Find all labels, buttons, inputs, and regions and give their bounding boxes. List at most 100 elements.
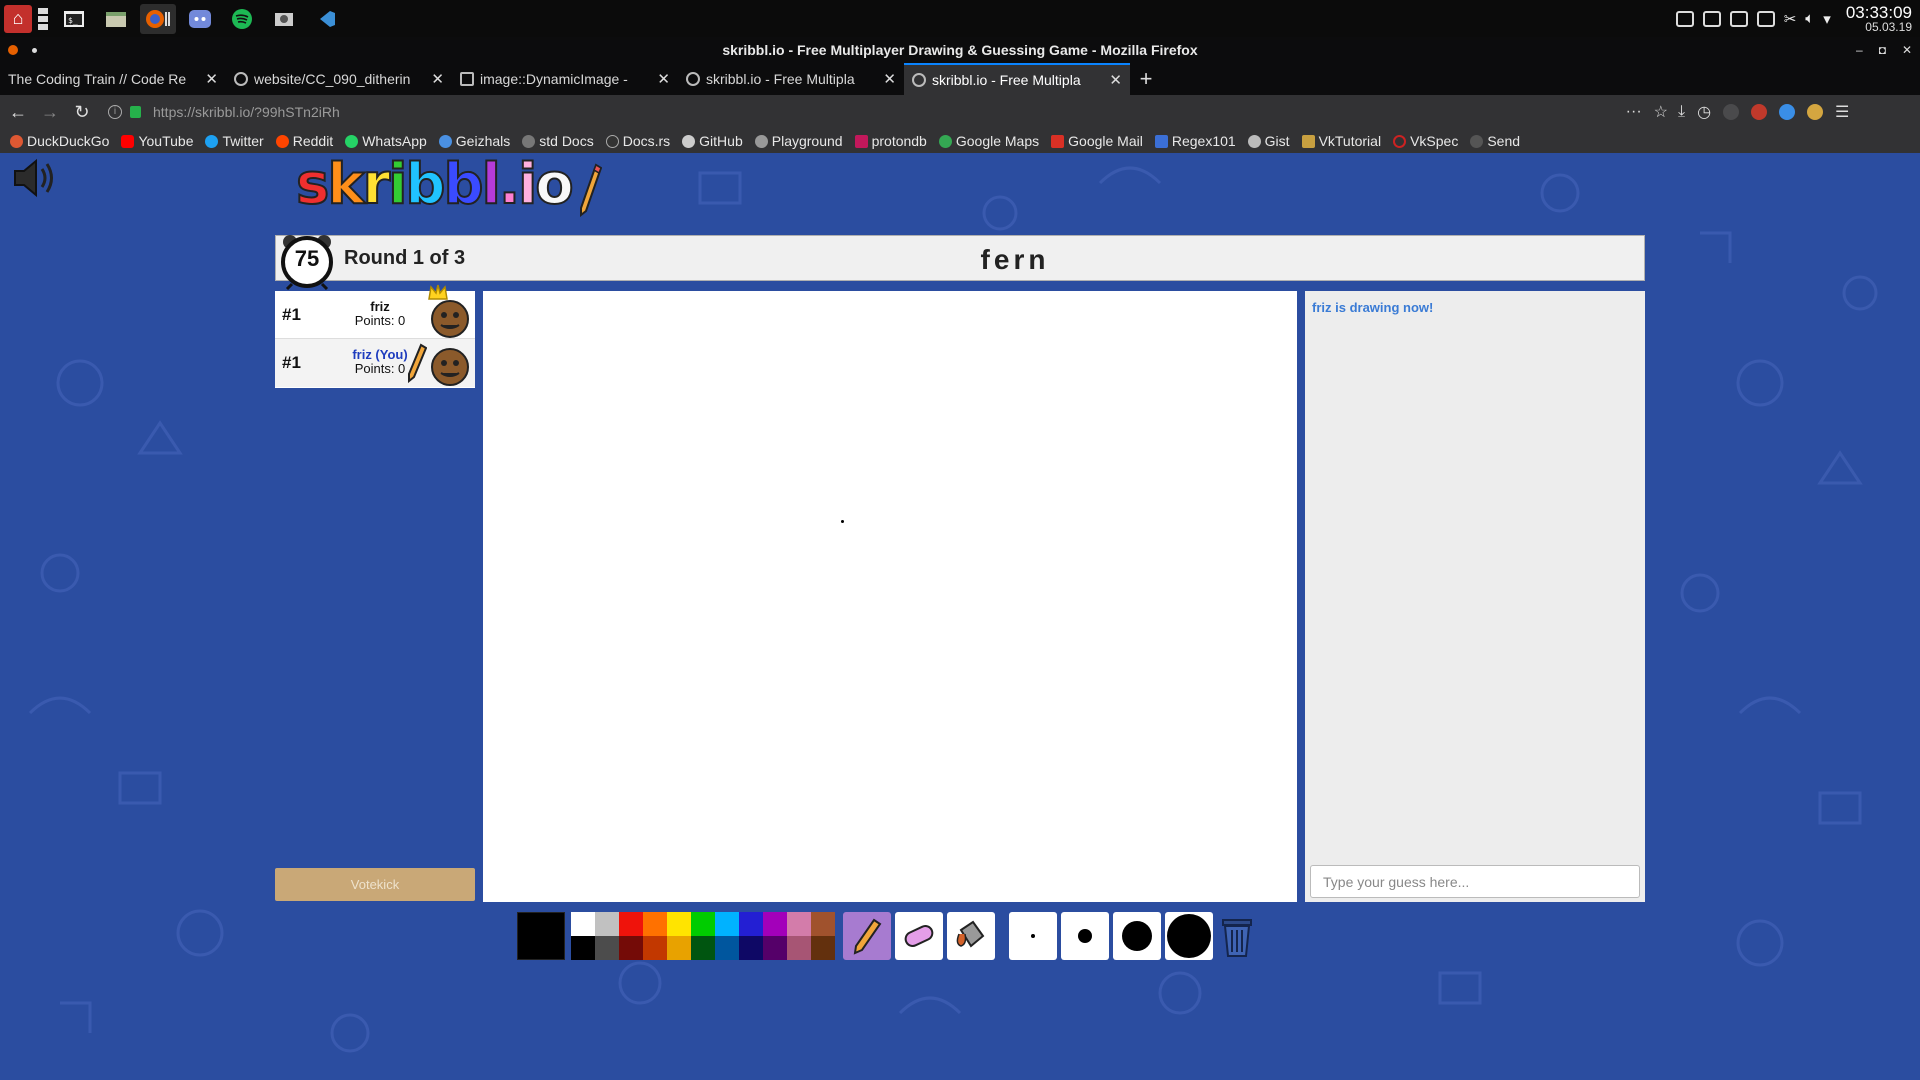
volume-icon[interactable]: 🔈︎ xyxy=(1805,10,1814,27)
bookmark-item[interactable]: VkTutorial xyxy=(1301,133,1381,149)
scissors-icon[interactable]: ✂ xyxy=(1784,10,1797,28)
brush-size-medium[interactable] xyxy=(1061,912,1109,960)
close-window-icon[interactable]: ✕ xyxy=(1902,37,1912,63)
color-swatch[interactable] xyxy=(619,936,643,960)
color-swatch[interactable] xyxy=(571,912,595,936)
bookmark-item[interactable]: Reddit xyxy=(275,133,333,149)
color-swatch[interactable] xyxy=(715,936,739,960)
minimize-icon[interactable]: – xyxy=(1856,37,1863,63)
discord-icon[interactable] xyxy=(182,4,218,34)
bookmark-item[interactable]: std Docs xyxy=(522,133,594,149)
color-swatch[interactable] xyxy=(667,936,691,960)
brush-size-large[interactable] xyxy=(1113,912,1161,960)
spotify-icon[interactable] xyxy=(224,4,260,34)
info-icon[interactable]: i xyxy=(108,105,122,119)
dropdown-icon[interactable]: ▾ xyxy=(1823,10,1831,28)
tab-coding-train[interactable]: The Coding Train // Code Re ✕ xyxy=(0,63,226,95)
player-row-self[interactable]: #1 friz (You) Points: 0 xyxy=(275,339,475,387)
tab-skribbl-1[interactable]: skribbl.io - Free Multipla ✕ xyxy=(678,63,904,95)
downloads-icon[interactable]: ⤓ xyxy=(1678,103,1685,121)
firefox-icon[interactable] xyxy=(140,3,176,34)
reload-button[interactable]: ↻ xyxy=(68,98,96,126)
color-swatch[interactable] xyxy=(691,912,715,936)
bookmark-item[interactable]: GitHub xyxy=(682,133,743,149)
forward-button[interactable]: → xyxy=(36,98,64,126)
brush-size-xlarge[interactable] xyxy=(1165,912,1213,960)
more-actions-icon[interactable]: ··· xyxy=(1626,103,1642,121)
bookmark-item[interactable]: Send xyxy=(1470,133,1520,149)
extension-s-icon[interactable] xyxy=(1779,104,1796,120)
bookmark-item[interactable]: Twitter xyxy=(205,133,264,149)
color-swatch[interactable] xyxy=(763,912,787,936)
bookmark-item[interactable]: protondb xyxy=(854,133,927,149)
color-swatch[interactable] xyxy=(715,912,739,936)
bookmark-item[interactable]: WhatsApp xyxy=(345,133,427,149)
color-swatch[interactable] xyxy=(787,912,811,936)
chat-icon[interactable] xyxy=(1702,10,1721,27)
pencil-tool[interactable] xyxy=(843,912,891,960)
close-tab-icon[interactable]: ✕ xyxy=(657,70,670,88)
back-button[interactable]: ← xyxy=(4,98,32,126)
bookmark-item[interactable]: Gist xyxy=(1247,133,1290,149)
file-manager-icon[interactable] xyxy=(98,4,134,34)
brush-size-small[interactable] xyxy=(1009,912,1057,960)
color-swatch[interactable] xyxy=(571,936,595,960)
bookmark-item[interactable]: Regex101 xyxy=(1154,133,1236,149)
steam-icon[interactable] xyxy=(266,4,302,34)
bookmark-item[interactable]: Playground xyxy=(754,133,843,149)
color-swatch[interactable] xyxy=(739,912,763,936)
url-text[interactable]: https://skribbl.io/?99hSTn2iRh xyxy=(153,104,340,120)
eraser-tool[interactable] xyxy=(895,912,943,960)
launcher-icon[interactable]: ⌂ xyxy=(4,4,32,33)
color-swatch[interactable] xyxy=(787,936,811,960)
close-tab-icon[interactable]: ✕ xyxy=(1109,71,1122,89)
vscode-icon[interactable] xyxy=(308,4,344,34)
screen-icon[interactable] xyxy=(1756,10,1775,27)
workspace-indicator[interactable] xyxy=(36,4,50,34)
lock-icon[interactable] xyxy=(130,106,141,118)
color-swatch[interactable] xyxy=(619,912,643,936)
color-swatch[interactable] xyxy=(595,936,619,960)
color-swatch[interactable] xyxy=(691,936,715,960)
tab-skribbl-2[interactable]: skribbl.io - Free Multipla ✕ xyxy=(904,63,1130,95)
drawing-canvas[interactable] xyxy=(483,291,1297,902)
color-swatch[interactable] xyxy=(595,912,619,936)
close-tab-icon[interactable]: ✕ xyxy=(883,70,896,88)
bookmark-item[interactable]: Google Maps xyxy=(938,133,1039,149)
terminal-icon[interactable]: $_ xyxy=(56,4,92,34)
votekick-button[interactable]: Votekick xyxy=(275,868,475,901)
bookmark-item[interactable]: Docs.rs xyxy=(605,133,670,149)
menu-icon[interactable]: ☰ xyxy=(1835,102,1849,122)
url-bar[interactable]: i https://skribbl.io/?99hSTn2iRh ··· ☆ xyxy=(108,99,1668,125)
sound-toggle-icon[interactable] xyxy=(10,153,60,203)
player-row[interactable]: #1 friz Points: 0 xyxy=(275,284,475,339)
close-tab-icon[interactable]: ✕ xyxy=(431,70,444,88)
bookmark-item[interactable]: Google Mail xyxy=(1051,133,1143,149)
discord-tray-icon[interactable] xyxy=(1729,10,1748,27)
maximize-icon[interactable]: ◘ xyxy=(1879,37,1886,63)
color-swatch[interactable] xyxy=(643,936,667,960)
new-tab-button[interactable]: + xyxy=(1130,63,1162,95)
history-icon[interactable]: ◷ xyxy=(1697,102,1711,122)
color-swatch[interactable] xyxy=(763,936,787,960)
extension-cookie-icon[interactable] xyxy=(1807,104,1824,120)
bookmark-item[interactable]: VkSpec xyxy=(1393,133,1458,149)
extension-icon[interactable] xyxy=(1723,104,1740,120)
color-swatch[interactable] xyxy=(667,912,691,936)
color-swatch[interactable] xyxy=(811,912,835,936)
guess-input[interactable] xyxy=(1310,865,1640,898)
color-swatch[interactable] xyxy=(811,936,835,960)
bookmark-item[interactable]: YouTube xyxy=(121,133,193,149)
ublock-icon[interactable] xyxy=(1751,104,1768,120)
pin-icon[interactable] xyxy=(32,48,37,53)
keyboard-icon[interactable] xyxy=(1675,10,1694,27)
fill-tool[interactable] xyxy=(947,912,995,960)
system-clock[interactable]: 03:33:09 05.03.19 xyxy=(1846,4,1912,33)
close-tab-icon[interactable]: ✕ xyxy=(205,70,218,88)
tab-docs-rs[interactable]: image::DynamicImage - ✕ xyxy=(452,63,678,95)
color-swatch[interactable] xyxy=(739,936,763,960)
color-swatch[interactable] xyxy=(643,912,667,936)
clear-canvas-button[interactable] xyxy=(1217,912,1257,960)
bookmark-item[interactable]: Geizhals xyxy=(438,133,510,149)
bookmark-item[interactable]: DuckDuckGo xyxy=(10,133,109,149)
